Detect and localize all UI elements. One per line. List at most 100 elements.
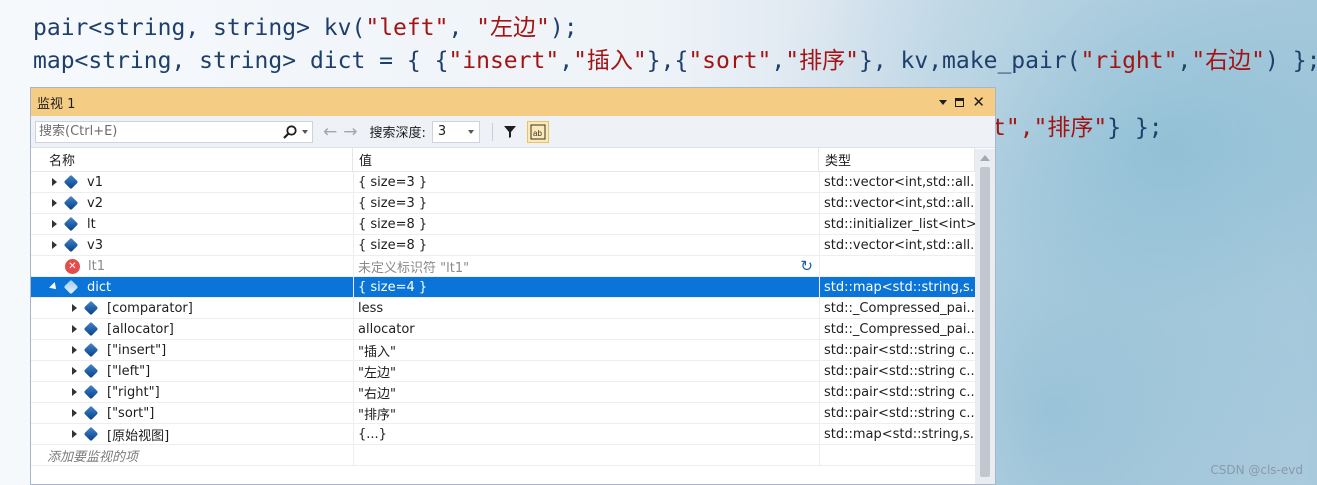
table-row-selected[interactable]: dict { size=4 } std::map<std::string,s..… bbox=[31, 276, 975, 298]
code-line-2: map<string, string> dict = { {"insert","… bbox=[33, 48, 1317, 74]
table-row[interactable]: v1 { size=3 } std::vector<int,std::all..… bbox=[31, 171, 975, 193]
table-row[interactable]: [allocator] allocator std::_Compressed_p… bbox=[31, 318, 975, 340]
column-type-header[interactable]: 类型 bbox=[819, 148, 975, 171]
expand-icon[interactable] bbox=[69, 367, 79, 375]
row-value: "右边" bbox=[358, 386, 396, 402]
maximize-icon[interactable] bbox=[955, 97, 965, 107]
row-name: ["left"] bbox=[107, 363, 151, 379]
row-type: std::pair<std::string c... bbox=[824, 342, 975, 358]
collapse-icon[interactable] bbox=[49, 282, 59, 292]
depth-value: 3 bbox=[437, 124, 447, 139]
watermark: CSDN @cls-evd bbox=[1210, 463, 1303, 477]
member-icon bbox=[83, 300, 99, 316]
member-icon bbox=[83, 405, 99, 421]
back-arrow-icon[interactable]: ← bbox=[323, 122, 337, 142]
row-value: "排序" bbox=[358, 407, 396, 423]
row-value: 未定义标识符 "lt1" bbox=[358, 260, 470, 276]
add-watch-placeholder[interactable]: 添加要监视的项 bbox=[47, 446, 138, 465]
pin-filter-icon bbox=[503, 125, 516, 138]
table-row[interactable]: [comparator] less std::_Compressed_pai..… bbox=[31, 297, 975, 319]
depth-select[interactable]: 3 bbox=[431, 120, 480, 143]
row-type: std::_Compressed_pai... bbox=[824, 300, 975, 316]
table-row[interactable]: ["right"] "右边" std::pair<std::string c..… bbox=[31, 381, 975, 403]
row-value: { size=3 } bbox=[358, 195, 428, 211]
table-row-error[interactable]: ✕ lt1 未定义标识符 "lt1" ↻ bbox=[31, 255, 975, 277]
search-options-icon[interactable] bbox=[302, 129, 308, 134]
variable-icon bbox=[63, 216, 79, 232]
row-name: ["right"] bbox=[107, 384, 160, 400]
expand-icon[interactable] bbox=[49, 199, 59, 207]
refresh-icon[interactable]: ↻ bbox=[800, 257, 813, 275]
code-line-1: pair<string, string> kv("left", "左边"); bbox=[33, 15, 578, 41]
row-value: { size=8 } bbox=[358, 216, 428, 232]
watch-toolbar: ← → 搜索深度: 3 ab bbox=[31, 116, 995, 148]
variable-icon bbox=[63, 237, 79, 253]
expand-icon[interactable] bbox=[69, 325, 79, 333]
table-row[interactable]: v2 { size=3 } std::vector<int,std::all..… bbox=[31, 192, 975, 214]
variable-icon bbox=[63, 279, 79, 295]
variable-icon bbox=[63, 195, 79, 211]
table-row[interactable]: ["left"] "左边" std::pair<std::string c... bbox=[31, 360, 975, 382]
row-value: { size=8 } bbox=[358, 237, 428, 253]
table-row[interactable]: lt { size=8 } std::initializer_list<int> bbox=[31, 213, 975, 235]
expand-icon[interactable] bbox=[49, 241, 59, 249]
row-name: v3 bbox=[87, 237, 103, 253]
scrollbar-thumb[interactable] bbox=[980, 167, 990, 477]
error-icon: ✕ bbox=[65, 258, 80, 274]
expand-icon[interactable] bbox=[49, 220, 59, 228]
search-icon[interactable] bbox=[282, 124, 298, 140]
row-type: std::pair<std::string c... bbox=[824, 384, 975, 400]
expand-icon[interactable] bbox=[69, 430, 79, 438]
member-icon bbox=[83, 363, 99, 379]
chevron-down-icon bbox=[467, 129, 474, 134]
vertical-scrollbar[interactable] bbox=[975, 149, 995, 484]
row-name: lt1 bbox=[88, 258, 105, 274]
expand-icon[interactable] bbox=[69, 388, 79, 396]
svg-text:ab: ab bbox=[533, 129, 542, 138]
search-input[interactable] bbox=[39, 124, 259, 139]
watch-grid: 名称 值 类型 v1 { size=3 } std::vector<int,st… bbox=[31, 148, 975, 466]
search-box[interactable] bbox=[35, 120, 313, 143]
expand-icon[interactable] bbox=[49, 178, 59, 186]
table-row[interactable]: [原始视图] {...} std::map<std::string,s... bbox=[31, 423, 975, 445]
expand-icon[interactable] bbox=[69, 346, 79, 354]
close-icon[interactable]: ✕ bbox=[972, 95, 985, 110]
row-name: ["sort"] bbox=[107, 405, 155, 421]
member-icon bbox=[83, 426, 99, 442]
forward-arrow-icon[interactable]: → bbox=[343, 122, 357, 142]
depth-label: 搜索深度: bbox=[369, 126, 426, 141]
expand-icon[interactable] bbox=[69, 409, 79, 417]
row-name: v1 bbox=[87, 174, 103, 190]
row-value: {...} bbox=[358, 426, 387, 442]
row-name: dict bbox=[87, 279, 112, 295]
row-value: allocator bbox=[358, 321, 415, 337]
grid-header: 名称 值 类型 bbox=[31, 148, 975, 172]
hex-display-button[interactable]: ab bbox=[526, 120, 549, 143]
row-name: [原始视图] bbox=[107, 428, 170, 444]
watch-titlebar[interactable]: 监视 1 ✕ bbox=[31, 88, 995, 116]
hex-icon: ab bbox=[530, 124, 546, 139]
table-row[interactable]: v3 { size=8 } std::vector<int,std::all..… bbox=[31, 234, 975, 256]
filter-pin-button[interactable] bbox=[499, 121, 521, 143]
row-value: "左边" bbox=[358, 365, 396, 381]
column-name-header[interactable]: 名称 bbox=[31, 148, 353, 171]
code-line-3: t","排序"} }; bbox=[992, 115, 1163, 141]
row-type: std::vector<int,std::all... bbox=[824, 237, 975, 253]
member-icon bbox=[83, 321, 99, 337]
row-type: std::vector<int,std::all... bbox=[824, 195, 975, 211]
scroll-up-icon[interactable] bbox=[980, 155, 990, 161]
watch-window: 监视 1 ✕ ← → 搜索深度: 3 ab 名 bbox=[30, 87, 996, 485]
row-name: [allocator] bbox=[107, 321, 174, 337]
table-row[interactable]: ["insert"] "插入" std::pair<std::string c.… bbox=[31, 339, 975, 361]
row-type: std::pair<std::string c... bbox=[824, 363, 975, 379]
expand-icon[interactable] bbox=[69, 304, 79, 312]
row-type: std::map<std::string,s... bbox=[824, 279, 975, 295]
add-watch-row[interactable]: 添加要监视的项 bbox=[31, 444, 975, 466]
column-value-header[interactable]: 值 bbox=[353, 148, 819, 171]
row-value: "插入" bbox=[358, 344, 396, 360]
window-menu-icon[interactable] bbox=[939, 99, 948, 105]
row-name: [comparator] bbox=[107, 300, 193, 316]
table-row[interactable]: ["sort"] "排序" std::pair<std::string c... bbox=[31, 402, 975, 424]
member-icon bbox=[83, 384, 99, 400]
row-type: std::initializer_list<int> bbox=[824, 216, 975, 232]
